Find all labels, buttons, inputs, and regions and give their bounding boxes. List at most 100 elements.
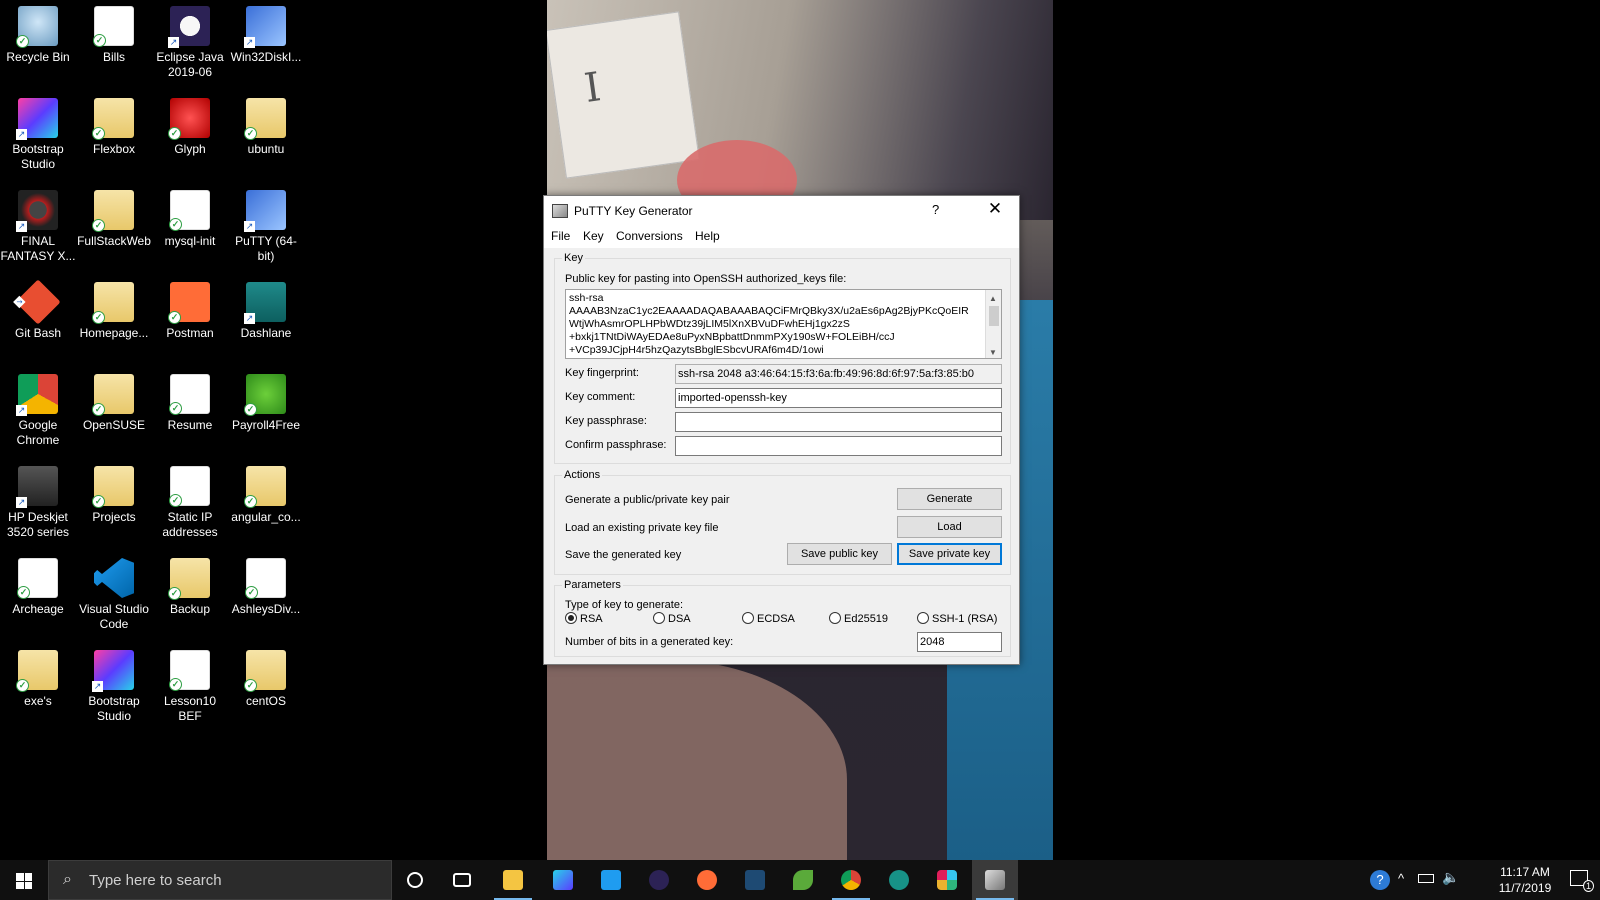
- radio-rsa[interactable]: RSA: [565, 612, 603, 625]
- desktop-icon[interactable]: ↗ Bootstrap Studio: [0, 92, 76, 178]
- desktop-icon[interactable]: ✓ Archeage: [0, 552, 76, 638]
- taskbar-leaf-app[interactable]: [780, 860, 826, 900]
- gitkraken-icon: [889, 870, 909, 890]
- desktop-icon[interactable]: ✓ Backup: [152, 552, 228, 638]
- comment-field[interactable]: imported-openssh-key: [675, 388, 1002, 408]
- chevron-up-icon[interactable]: ^: [1398, 871, 1404, 886]
- title-bar[interactable]: PuTTY Key Generator ? ✕: [544, 196, 1019, 226]
- bits-label: Number of bits in a generated key:: [565, 636, 734, 648]
- save-public-key-button[interactable]: Save public key: [787, 543, 892, 565]
- cortana-button[interactable]: [392, 860, 438, 900]
- fingerprint-field[interactable]: ssh-rsa 2048 a3:46:64:15:f3:6a:fb:49:96:…: [675, 364, 1002, 384]
- folder-icon: ✓: [168, 558, 210, 600]
- radio-ecdsa[interactable]: ECDSA: [742, 612, 795, 625]
- passphrase-field[interactable]: [675, 412, 1002, 432]
- desktop-icon[interactable]: ✓ Lesson10 BEF: [152, 644, 228, 730]
- desktop-icon[interactable]: ✓ ubuntu: [228, 92, 304, 178]
- taskbar-search[interactable]: ⌕ Type here to search: [48, 860, 392, 900]
- desktop-icon[interactable]: ↗ Win32DiskI...: [228, 0, 304, 86]
- desktop-icon[interactable]: ↗ PuTTY (64-bit): [228, 184, 304, 270]
- desktop-icon[interactable]: ✓ exe's: [0, 644, 76, 730]
- taskbar-mysql-workbench[interactable]: [732, 860, 778, 900]
- desktop-icon[interactable]: ✓ mysql-init: [152, 184, 228, 270]
- desktop-icon-label: FINAL FANTASY X...: [0, 234, 76, 263]
- shortcut-arrow-icon: ↗: [244, 221, 255, 232]
- folder-icon: ✓: [244, 98, 286, 140]
- passphrase-label: Key passphrase:: [565, 415, 647, 427]
- dashlane-icon: ↗: [244, 282, 286, 324]
- menu-conversions[interactable]: Conversions: [616, 229, 683, 243]
- chrome-icon: [841, 870, 861, 890]
- desktop-icon[interactable]: ↗ FINAL FANTASY X...: [0, 184, 76, 270]
- desktop-icon[interactable]: ↗ Dashlane: [228, 276, 304, 362]
- desktop-icon[interactable]: ✓ Payroll4Free: [228, 368, 304, 454]
- menu-help[interactable]: Help: [695, 229, 720, 243]
- taskbar-puttygen[interactable]: [972, 860, 1018, 900]
- desktop-icon-label: exe's: [24, 694, 52, 708]
- desktop-icon-label: HP Deskjet 3520 series: [6, 510, 70, 539]
- radio-label: SSH-1 (RSA): [932, 613, 998, 625]
- clock[interactable]: 11:17 AM 11/7/2019: [1490, 864, 1560, 896]
- desktop-icon[interactable]: ↗ Eclipse Java 2019-06: [152, 0, 228, 86]
- desktop-icon-label: centOS: [245, 694, 287, 708]
- desktop-icon[interactable]: ✓ Visual Studio Code: [76, 552, 152, 638]
- taskbar-chrome[interactable]: [828, 860, 874, 900]
- task-view-button[interactable]: [440, 860, 486, 900]
- help-button[interactable]: ?: [932, 202, 939, 217]
- menu-key[interactable]: Key: [583, 229, 604, 243]
- desktop-icon[interactable]: ↗ HP Deskjet 3520 series: [0, 460, 76, 546]
- sync-check-icon: ✓: [92, 219, 105, 232]
- desktop-icon[interactable]: ✓ AshleysDiv...: [228, 552, 304, 638]
- folder-icon: ✓: [244, 466, 286, 508]
- radio-ed25519[interactable]: Ed25519: [829, 612, 888, 625]
- desktop-icon[interactable]: ✓ Postman: [152, 276, 228, 362]
- menu-file[interactable]: File: [551, 229, 570, 243]
- desktop-icon[interactable]: ✓ Recycle Bin: [0, 0, 76, 86]
- scroll-thumb[interactable]: [989, 306, 999, 326]
- desktop-icon-label: Projects: [92, 510, 136, 524]
- bits-field[interactable]: 2048: [917, 632, 1002, 652]
- radio-ssh1-rsa[interactable]: SSH-1 (RSA): [917, 612, 997, 625]
- desktop-icon[interactable]: ✓ Projects: [76, 460, 152, 546]
- load-button[interactable]: Load: [897, 516, 1002, 538]
- desktop-icon[interactable]: ✓ OpenSUSE: [76, 368, 152, 454]
- desktop-icon[interactable]: ✓ FullStackWeb: [76, 184, 152, 270]
- document-icon: ✓: [93, 6, 134, 47]
- desktop-icon[interactable]: ✓ angular_co...: [228, 460, 304, 546]
- desktop-icon[interactable]: ✓ Flexbox: [76, 92, 152, 178]
- start-button[interactable]: [0, 860, 48, 900]
- desktop-icon[interactable]: ✓ Homepage...: [76, 276, 152, 362]
- taskbar-file-explorer[interactable]: [490, 860, 536, 900]
- desktop-icon[interactable]: ✓ centOS: [228, 644, 304, 730]
- sync-check-icon: ✓: [93, 34, 106, 47]
- sync-check-icon: ✓: [16, 679, 29, 692]
- public-key-textbox[interactable]: ssh-rsa AAAAB3NzaC1yc2EAAAADAQABAAABAQCi…: [565, 289, 1002, 359]
- desktop-icon[interactable]: ✓ Static IP addresses: [152, 460, 228, 546]
- taskbar-slack[interactable]: [924, 860, 970, 900]
- desktop-icon[interactable]: ↗ Git Bash: [0, 276, 76, 362]
- taskbar-postman[interactable]: [684, 860, 730, 900]
- notification-count: 1: [1582, 880, 1594, 892]
- taskbar-bootstrap-studio[interactable]: [540, 860, 586, 900]
- battery-icon[interactable]: [1418, 874, 1434, 883]
- close-button[interactable]: ✕: [978, 199, 1012, 219]
- shortcut-arrow-icon: ↗: [92, 681, 103, 692]
- volume-icon[interactable]: 🔈: [1442, 869, 1459, 886]
- help-tray-icon[interactable]: ?: [1370, 870, 1390, 890]
- taskbar-vscode[interactable]: [588, 860, 634, 900]
- taskbar-eclipse[interactable]: [636, 860, 682, 900]
- generate-button[interactable]: Generate: [897, 488, 1002, 510]
- document-icon: ✓: [245, 558, 286, 599]
- save-private-key-button[interactable]: Save private key: [897, 543, 1002, 565]
- confirm-passphrase-field[interactable]: [675, 436, 1002, 456]
- desktop-icon[interactable]: ↗ Google Chrome: [0, 368, 76, 454]
- taskbar-gitkraken[interactable]: [876, 860, 922, 900]
- key-scrollbar[interactable]: ▲ ▼: [985, 290, 1001, 358]
- scroll-down-icon[interactable]: ▼: [989, 346, 997, 358]
- scroll-up-icon[interactable]: ▲: [989, 292, 997, 305]
- desktop-icon[interactable]: ✓ Bills: [76, 0, 152, 86]
- desktop-icon[interactable]: ↗ Bootstrap Studio: [76, 644, 152, 730]
- desktop-icon[interactable]: ✓ Resume: [152, 368, 228, 454]
- desktop-icon[interactable]: ✓ Glyph: [152, 92, 228, 178]
- radio-dsa[interactable]: DSA: [653, 612, 691, 625]
